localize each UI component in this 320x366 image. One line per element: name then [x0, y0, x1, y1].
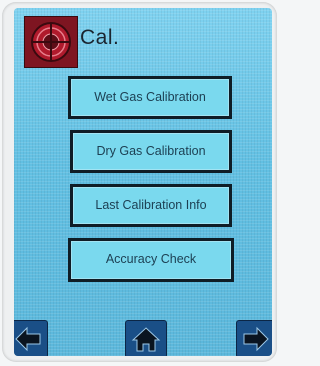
accuracy-check-button[interactable]: Accuracy Check — [68, 238, 234, 282]
home-icon — [126, 325, 166, 353]
arrow-left-icon — [14, 325, 47, 353]
back-button[interactable] — [14, 320, 48, 356]
last-calibration-info-button[interactable]: Last Calibration Info — [70, 184, 232, 227]
arrow-right-icon — [237, 325, 272, 353]
company-logo-icon — [24, 16, 78, 68]
forward-button[interactable] — [236, 320, 272, 356]
dry-gas-calibration-button[interactable]: Dry Gas Calibration — [70, 130, 232, 173]
home-button[interactable] — [125, 320, 167, 356]
wet-gas-calibration-button[interactable]: Wet Gas Calibration — [68, 76, 232, 119]
touch-screen: Cal. Wet Gas Calibration Dry Gas Calibra… — [14, 8, 272, 356]
page-title: Cal. — [80, 26, 120, 49]
